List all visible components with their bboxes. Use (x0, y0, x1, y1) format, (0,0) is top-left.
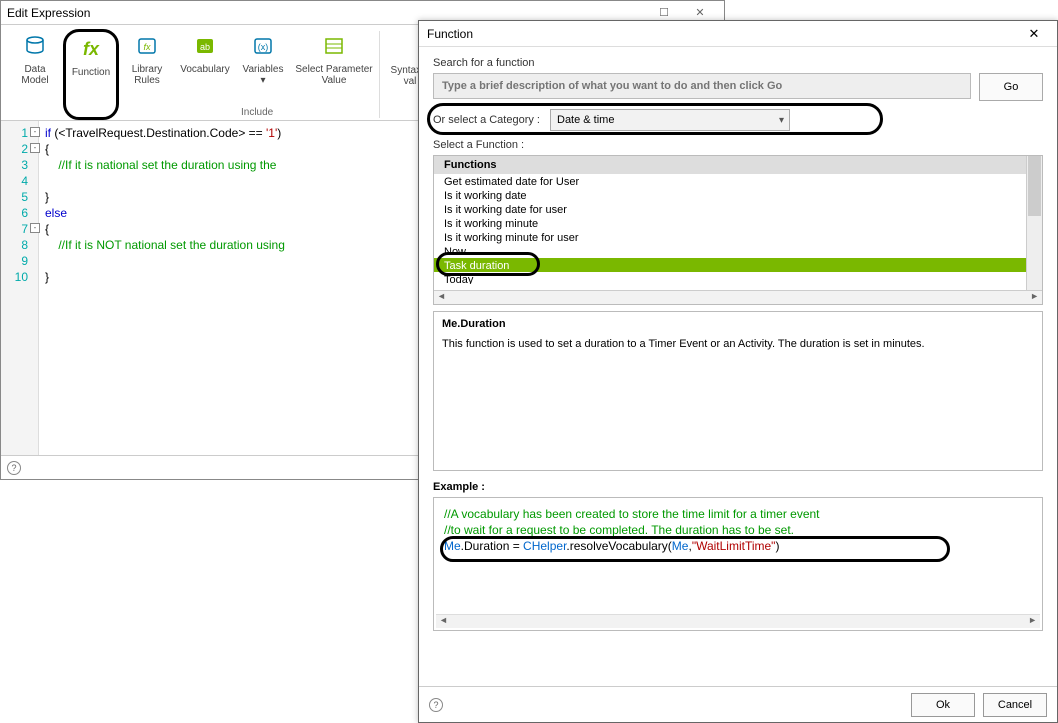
ribbon-library-rules[interactable]: fx Library Rules (119, 29, 175, 120)
ribbon-group-label: Include (241, 107, 273, 118)
desc-text: This function is used to set a duration … (442, 338, 1034, 350)
edit-title: Edit Expression (7, 6, 90, 20)
example-scrollbar[interactable]: ◄► (436, 614, 1040, 628)
example-code: Me.Duration = CHelper.resolveVocabulary(… (444, 538, 1032, 554)
fold-icon[interactable]: - (30, 223, 40, 233)
select-function-label: Select a Function : (433, 139, 1043, 151)
ribbon-function[interactable]: fx Function (63, 29, 119, 120)
function-item[interactable]: Is it working minute (434, 216, 1042, 230)
description-box: Me.Duration This function is used to set… (433, 311, 1043, 471)
function-item-selected[interactable]: Task duration (434, 258, 1042, 272)
function-item[interactable]: Get estimated date for User (434, 174, 1042, 188)
example-label: Example : (433, 481, 1043, 493)
library-icon: fx (132, 31, 162, 61)
function-item[interactable]: Now (434, 244, 1042, 258)
svg-text:(x): (x) (258, 42, 269, 52)
help-icon[interactable]: ? (429, 698, 443, 712)
line-gutter: 1- 2- 3 4 5 6 7- 8 9 10 (1, 121, 39, 455)
func-titlebar: Function ✕ (419, 21, 1057, 47)
fx-icon: fx (76, 34, 106, 64)
function-item[interactable]: Is it working date (434, 188, 1042, 202)
variables-icon: (x) (248, 31, 278, 61)
fold-icon[interactable]: - (30, 143, 40, 153)
vocabulary-icon: ab (190, 31, 220, 61)
search-input[interactable] (433, 73, 971, 99)
parameter-icon (319, 31, 349, 61)
fold-icon[interactable]: - (30, 127, 40, 137)
ribbon-data-model[interactable]: Data Model (7, 29, 63, 120)
ribbon-select-parameter[interactable]: Select Parameter Value (291, 29, 377, 120)
function-item[interactable]: Is it working minute for user (434, 230, 1042, 244)
cancel-button[interactable]: Cancel (983, 693, 1047, 717)
function-dialog: Function ✕ Search for a function Go Or s… (418, 20, 1058, 723)
close-icon[interactable]: ✕ (1019, 26, 1049, 42)
list-header: Functions (434, 156, 1042, 174)
ribbon-vocabulary[interactable]: ab Vocabulary (175, 29, 235, 120)
function-list: Functions Get estimated date for User Is… (433, 155, 1043, 305)
svg-text:fx: fx (143, 42, 151, 52)
vertical-scrollbar[interactable] (1026, 156, 1042, 290)
svg-text:ab: ab (200, 42, 210, 52)
horizontal-scrollbar[interactable]: ◄► (434, 290, 1042, 304)
dialog-footer: ? Ok Cancel (419, 686, 1057, 722)
example-box: //A vocabulary has been created to store… (433, 497, 1043, 631)
func-title: Function (427, 27, 473, 41)
function-item[interactable]: Is it working date for user (434, 202, 1042, 216)
help-icon[interactable]: ? (7, 461, 21, 475)
search-label: Search for a function (433, 57, 1043, 69)
ok-button[interactable]: Ok (911, 693, 975, 717)
function-item[interactable]: Today (434, 272, 1042, 284)
go-button[interactable]: Go (979, 73, 1043, 101)
database-icon (20, 31, 50, 61)
category-label: Or select a Category : (433, 114, 540, 126)
category-select[interactable]: Date & time (550, 109, 790, 131)
desc-title: Me.Duration (442, 318, 1034, 330)
